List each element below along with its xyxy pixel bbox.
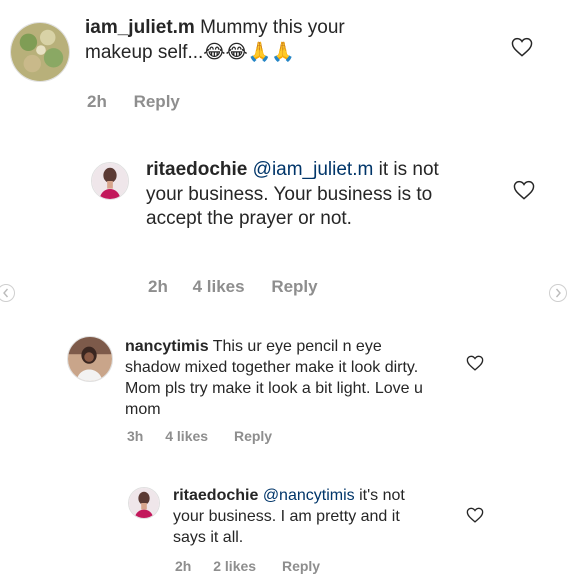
reply-button[interactable]: Reply xyxy=(282,558,320,574)
comment-username[interactable]: iam_juliet.m xyxy=(85,17,195,38)
comment-likes[interactable]: 4 likes xyxy=(193,277,245,297)
comment-item: ritaedochie @iam_juliet.m it is not your… xyxy=(0,140,585,305)
like-button[interactable] xyxy=(466,355,484,371)
comment-text: iam_juliet.m Mummy this your makeup self… xyxy=(85,16,415,65)
comment-username[interactable]: ritaedochie xyxy=(146,159,247,180)
reply-button[interactable]: Reply xyxy=(134,92,180,112)
comment-text: ritaedochie @iam_juliet.m it is not your… xyxy=(146,158,471,232)
avatar[interactable] xyxy=(10,22,70,82)
comment-meta: 2h 4 likes Reply xyxy=(148,277,318,297)
avatar[interactable] xyxy=(67,336,113,382)
comment-mention[interactable]: @iam_juliet.m xyxy=(253,159,374,180)
comment-meta: 2h 2 likes Reply xyxy=(175,558,320,574)
comment-likes[interactable]: 2 likes xyxy=(213,558,256,574)
comment-time: 2h xyxy=(175,558,192,574)
comment-time: 3h xyxy=(127,428,144,444)
avatar[interactable] xyxy=(91,162,129,200)
heart-outline-icon xyxy=(513,180,535,200)
comment-mention[interactable]: @nancytimis xyxy=(263,487,355,504)
heart-outline-icon xyxy=(511,37,533,57)
heart-outline-icon xyxy=(466,507,484,523)
comment-time: 2h xyxy=(87,92,107,111)
comment-time: 2h xyxy=(148,277,168,296)
comment-text: ritaedochie @nancytimis it's not your bu… xyxy=(173,485,435,548)
avatar[interactable] xyxy=(128,487,160,519)
like-button[interactable] xyxy=(513,180,535,200)
comment-likes[interactable]: 4 likes xyxy=(165,428,208,444)
comment-item: ritaedochie @nancytimis it's not your bu… xyxy=(0,475,585,585)
comment-meta: 3h 4 likes Reply xyxy=(127,428,272,444)
like-button[interactable] xyxy=(466,507,484,523)
comment-text: nancytimis This ur eye pencil n eye shad… xyxy=(125,336,435,420)
comment-username[interactable]: ritaedochie xyxy=(173,487,258,504)
reply-button[interactable]: Reply xyxy=(271,277,317,297)
heart-outline-icon xyxy=(466,355,484,371)
comment-item: nancytimis This ur eye pencil n eye shad… xyxy=(0,320,585,460)
reply-button[interactable]: Reply xyxy=(234,428,272,444)
like-button[interactable] xyxy=(511,37,533,57)
comment-username[interactable]: nancytimis xyxy=(125,338,209,355)
comment-meta: 2h Reply xyxy=(87,92,180,112)
comment-item: iam_juliet.m Mummy this your makeup self… xyxy=(0,0,585,120)
